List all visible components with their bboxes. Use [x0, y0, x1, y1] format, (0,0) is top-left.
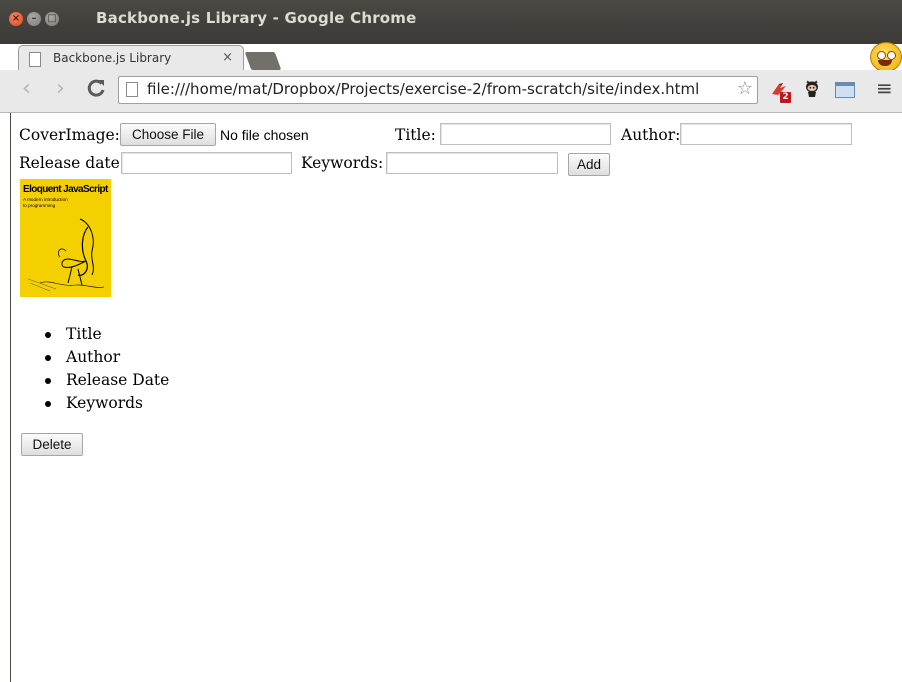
reload-icon-graphic	[87, 79, 105, 97]
book-cover-image: Eloquent JavaScript A modern introductio…	[20, 179, 111, 297]
title-input[interactable]	[440, 123, 611, 145]
reload-icon[interactable]	[86, 78, 106, 103]
add-button[interactable]: Add	[568, 153, 610, 176]
avatar-eye-icon	[877, 51, 886, 60]
choose-file-button[interactable]: Choose File	[120, 123, 216, 146]
window-maximize-icon[interactable]: □	[45, 12, 59, 26]
address-bar[interactable]: file:///home/mat/Dropbox/Projects/exerci…	[118, 76, 758, 104]
browser-toolbar: ‹ › file:///home/mat/Dropbox/Projects/ex…	[0, 70, 902, 113]
file-status-text: No file chosen	[220, 127, 309, 143]
cover-title: Eloquent JavaScript	[23, 184, 108, 195]
page-content: CoverImage: Choose File No file chosen T…	[10, 113, 902, 682]
tab-backbone-library[interactable]: Backbone.js Library ×	[18, 45, 244, 72]
list-item-release-date: Release Date	[45, 369, 169, 392]
page-icon	[126, 82, 138, 97]
release-date-input[interactable]	[121, 152, 292, 174]
list-item-title: Title	[45, 323, 169, 346]
extension-badge: 2	[780, 92, 791, 103]
forward-button[interactable]: ›	[56, 78, 65, 100]
back-button[interactable]: ‹	[22, 78, 31, 100]
extension-window-icon[interactable]	[835, 82, 855, 98]
author-input[interactable]	[680, 123, 852, 145]
cover-image-label: CoverImage:	[19, 126, 120, 144]
cover-subtitle-line-2: to programming	[23, 202, 56, 208]
window-minimize-icon[interactable]: –	[27, 12, 41, 26]
new-tab-button[interactable]	[244, 52, 282, 70]
avatar-mouth-icon	[878, 60, 892, 66]
bookmark-star-icon[interactable]: ☆	[737, 78, 753, 99]
list-item-keywords: Keywords	[45, 392, 169, 415]
tab-close-icon[interactable]: ×	[222, 50, 233, 65]
address-url[interactable]: file:///home/mat/Dropbox/Projects/exerci…	[147, 80, 727, 98]
window-titlebar: × – □ Backbone.js Library - Google Chrom…	[0, 0, 902, 44]
tab-label: Backbone.js Library	[53, 51, 172, 65]
keywords-input[interactable]	[386, 152, 558, 174]
github-octocat-icon[interactable]	[804, 80, 820, 98]
book-fields-list: Title Author Release Date Keywords	[45, 323, 169, 415]
list-item-author: Author	[45, 346, 169, 369]
window-close-icon[interactable]: ×	[9, 12, 23, 26]
window-title: Backbone.js Library - Google Chrome	[96, 9, 417, 27]
author-label: Author:	[621, 126, 681, 144]
release-date-label: Release date:	[19, 154, 126, 172]
avatar-eye-icon	[887, 51, 896, 60]
profile-avatar-icon[interactable]	[870, 42, 902, 72]
title-label: Title:	[395, 126, 436, 144]
page-icon	[29, 52, 41, 67]
delete-button[interactable]: Delete	[21, 433, 83, 456]
chrome-menu-icon[interactable]: ≡	[876, 76, 893, 100]
tab-strip: Backbone.js Library ×	[0, 40, 902, 72]
keywords-label: Keywords:	[301, 154, 384, 172]
